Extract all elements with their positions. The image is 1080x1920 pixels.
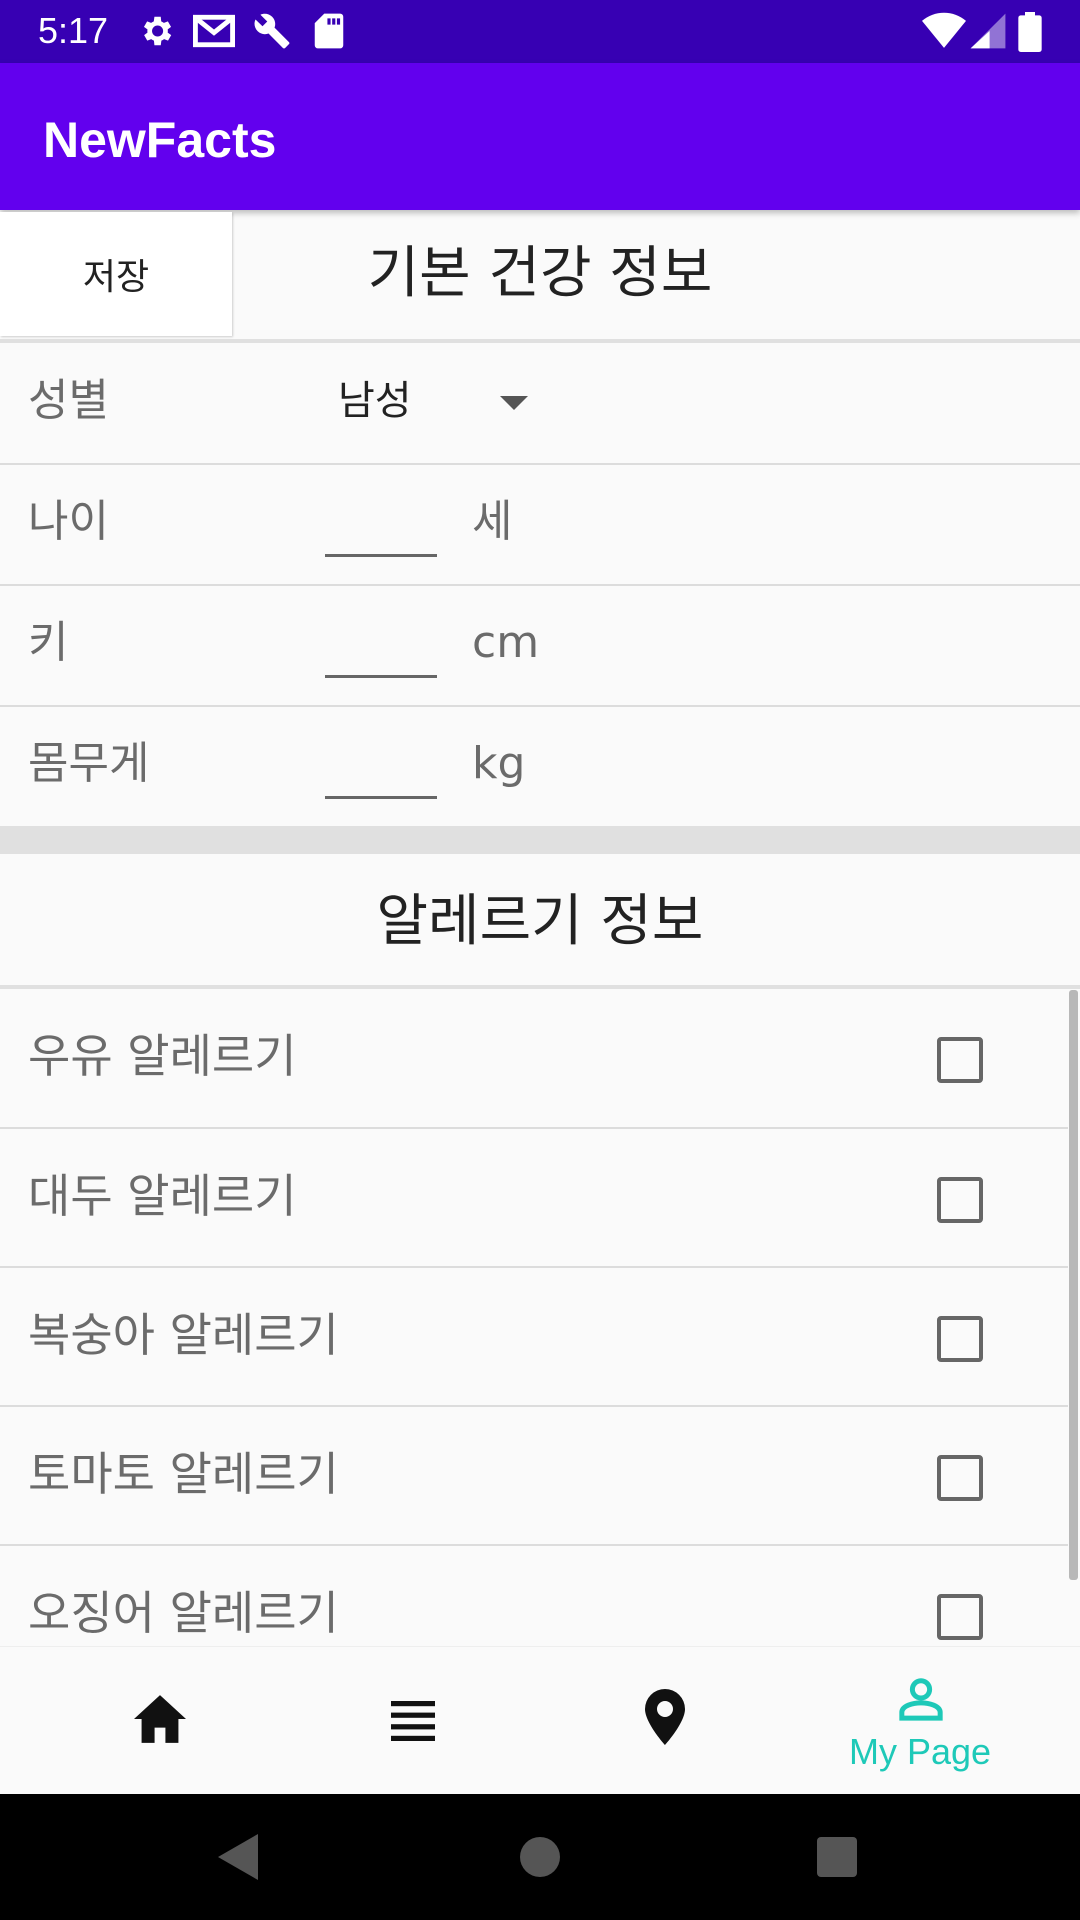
divider bbox=[0, 339, 1080, 343]
checkbox[interactable] bbox=[937, 1037, 983, 1083]
checkbox[interactable] bbox=[937, 1316, 983, 1362]
back-icon[interactable] bbox=[218, 1834, 258, 1880]
list-item: 우유 알레르기 bbox=[0, 989, 1068, 1127]
sd-card-icon bbox=[314, 12, 344, 52]
nav-label: My Page bbox=[848, 1731, 992, 1772]
scrollbar[interactable] bbox=[1069, 990, 1078, 1580]
age-unit: 세 bbox=[472, 496, 513, 547]
gear-icon bbox=[137, 12, 175, 52]
height-row: 키 cm bbox=[0, 586, 1080, 704]
nav-list[interactable] bbox=[278, 1647, 548, 1795]
app-bar: NewFacts bbox=[0, 63, 1080, 210]
list-item: 토마토 알레르기 bbox=[0, 1407, 1068, 1545]
weight-input[interactable] bbox=[325, 737, 437, 799]
location-pin-icon bbox=[645, 1689, 685, 1745]
list-item: 대두 알레르기 bbox=[0, 1129, 1068, 1267]
list-item-label: 토마토 알레르기 bbox=[28, 1447, 339, 1501]
save-button[interactable]: 저장 bbox=[0, 212, 232, 336]
height-unit: cm bbox=[472, 617, 540, 668]
nav-home[interactable] bbox=[25, 1647, 295, 1795]
list-item: 복숭아 알레르기 bbox=[0, 1268, 1068, 1406]
app-title: NewFacts bbox=[43, 112, 277, 168]
age-label: 나이 bbox=[28, 496, 109, 547]
age-row: 나이 세 bbox=[0, 465, 1080, 583]
bottom-nav: My Page bbox=[0, 1646, 1080, 1794]
system-nav-bar bbox=[0, 1794, 1080, 1920]
checkbox[interactable] bbox=[937, 1455, 983, 1501]
battery-icon bbox=[1018, 12, 1042, 52]
allergy-title: 알레르기 정보 bbox=[376, 889, 704, 954]
weight-unit: kg bbox=[472, 738, 526, 789]
home-icon bbox=[134, 1695, 186, 1743]
list-icon bbox=[391, 1701, 435, 1741]
weight-label: 몸무게 bbox=[28, 738, 150, 789]
person-icon bbox=[899, 1678, 943, 1721]
height-label: 키 bbox=[28, 617, 69, 668]
wrench-icon bbox=[253, 12, 291, 52]
list-item: 오징어 알레르기 bbox=[0, 1546, 1068, 1645]
wifi-icon bbox=[922, 12, 966, 52]
checkbox[interactable] bbox=[937, 1594, 983, 1640]
list-item-label: 오징어 알레르기 bbox=[28, 1586, 339, 1640]
basic-info-title: 기본 건강 정보 bbox=[367, 241, 713, 306]
height-input[interactable] bbox=[325, 616, 437, 678]
signal-icon bbox=[970, 12, 1006, 52]
allergy-list[interactable]: 우유 알레르기 대두 알레르기 복숭아 알레르기 토마토 알레르기 오징어 알레… bbox=[0, 989, 1080, 1645]
status-time: 5:17 bbox=[38, 10, 109, 51]
section-separator bbox=[0, 826, 1080, 854]
chevron-down-icon[interactable] bbox=[500, 396, 528, 410]
list-item-label: 복숭아 알레르기 bbox=[28, 1308, 339, 1362]
recents-icon[interactable] bbox=[817, 1837, 857, 1877]
gender-row: 성별 남성 bbox=[0, 344, 1080, 462]
age-input[interactable] bbox=[325, 495, 437, 557]
nav-my-page[interactable]: My Page bbox=[785, 1647, 1055, 1795]
home-button-icon[interactable] bbox=[520, 1837, 560, 1877]
list-item-label: 우유 알레르기 bbox=[28, 1029, 297, 1083]
checkbox[interactable] bbox=[937, 1177, 983, 1223]
status-bar: 5:17 bbox=[0, 0, 1080, 63]
gender-label: 성별 bbox=[28, 375, 109, 426]
weight-row: 몸무게 kg bbox=[0, 707, 1080, 825]
gmail-icon bbox=[193, 12, 235, 52]
gender-select-value: 남성 bbox=[338, 378, 412, 424]
list-item-label: 대두 알레르기 bbox=[28, 1169, 297, 1223]
nav-map[interactable] bbox=[531, 1647, 801, 1795]
